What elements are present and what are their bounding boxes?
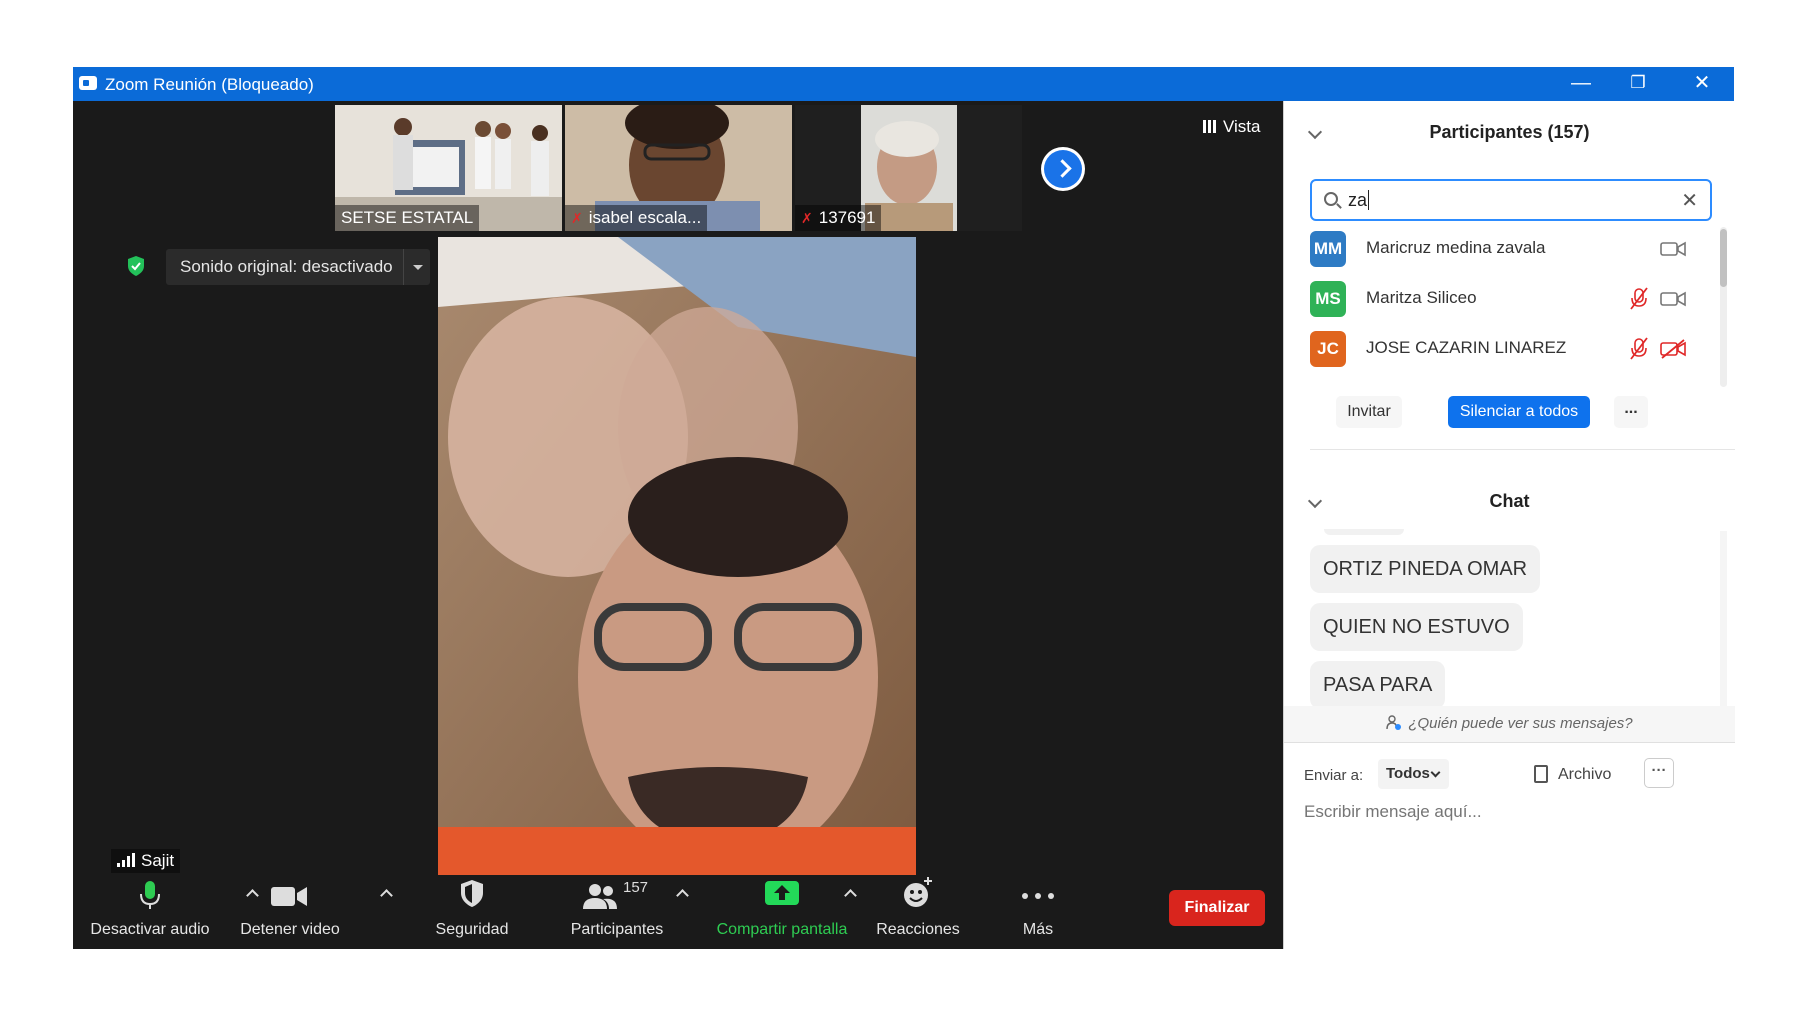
participants-scrollbar[interactable] — [1720, 227, 1727, 387]
participants-button[interactable]: 157 Participantes — [547, 875, 687, 949]
chat-message: ORTIZ PINEDA OMAR — [1310, 545, 1541, 593]
signal-strength-icon — [117, 853, 135, 867]
chat-message: PASA PARA — [1310, 661, 1446, 709]
video-thumbnail[interactable]: ✗ 137691 — [795, 105, 1022, 231]
window-title: Zoom Reunión (Bloqueado) — [105, 75, 314, 94]
chat-message-input[interactable] — [1304, 802, 1704, 822]
share-screen-icon — [765, 881, 799, 905]
video-camera-icon[interactable] — [1660, 289, 1686, 309]
muted-mic-icon[interactable] — [1628, 287, 1650, 311]
gallery-view-icon — [1203, 120, 1217, 133]
muted-mic-icon: ✗ — [571, 210, 583, 226]
maximize-button[interactable]: ❐ — [1608, 67, 1668, 101]
participant-name: JOSE CAZARIN LINAREZ — [1366, 338, 1567, 357]
mute-audio-button[interactable]: Desactivar audio — [79, 875, 221, 949]
avatar: MM — [1310, 231, 1346, 267]
security-shield-icon — [461, 880, 483, 907]
security-button[interactable]: Seguridad — [407, 875, 537, 949]
side-panel: Participantes (157) za ✕ MM Maricruz med… — [1283, 101, 1735, 949]
end-meeting-button[interactable]: Finalizar — [1169, 890, 1265, 926]
recipient-dropdown[interactable]: Todos — [1378, 759, 1449, 789]
avatar: MS — [1310, 281, 1346, 317]
minimize-button[interactable]: — — [1551, 67, 1611, 101]
send-to-label: Enviar a: — [1304, 767, 1364, 784]
chevron-up-icon — [676, 887, 688, 899]
video-thumbnail[interactable]: ✗ isabel escala... — [565, 105, 792, 231]
shield-check-icon — [128, 256, 144, 276]
close-button[interactable]: ✕ — [1672, 67, 1732, 101]
search-value: za — [1348, 190, 1368, 210]
user-visibility-icon — [1386, 715, 1402, 730]
video-options-caret[interactable] — [373, 875, 387, 949]
title-bar: Zoom Reunión (Bloqueado) — ❐ ✕ — [73, 67, 1734, 101]
more-button[interactable]: Más — [993, 875, 1083, 949]
zoom-logo-icon — [79, 76, 97, 90]
video-camera-icon — [271, 887, 307, 906]
active-speaker-video — [438, 237, 916, 875]
participants-options-caret[interactable] — [669, 875, 683, 949]
participant-name: Maricruz medina zavala — [1366, 238, 1546, 257]
participant-name: Maritza Siliceo — [1366, 288, 1477, 307]
file-button[interactable]: Archivo — [1534, 765, 1611, 784]
chat-more-button[interactable]: ··· — [1644, 758, 1674, 788]
zoom-window: Zoom Reunión (Bloqueado) — ❐ ✕ SETSE EST… — [73, 67, 1735, 949]
share-options-caret[interactable] — [837, 875, 851, 949]
participant-row[interactable]: JC JOSE CAZARIN LINAREZ — [1310, 325, 1710, 375]
participant-name-label: ✗ isabel escala... — [565, 205, 708, 231]
chat-message-partial — [1324, 529, 1404, 535]
file-icon — [1534, 765, 1548, 783]
speaker-video-image — [438, 237, 916, 875]
original-sound-dropdown[interactable] — [403, 249, 431, 285]
video-thumbnail[interactable]: SETSE ESTATAL — [335, 105, 562, 231]
participant-name-label: SETSE ESTATAL — [335, 205, 480, 231]
participant-row[interactable]: MS Maritza Siliceo — [1310, 275, 1710, 325]
participant-count: 157 — [623, 879, 649, 896]
participants-search-input[interactable]: za ✕ — [1310, 179, 1712, 221]
avatar: JC — [1310, 331, 1346, 367]
video-off-icon[interactable] — [1660, 339, 1686, 359]
microphone-icon — [140, 881, 160, 909]
chat-message: QUIEN NO ESTUVO — [1310, 603, 1523, 651]
participant-row[interactable]: MM Maricruz medina zavala — [1310, 225, 1710, 275]
meeting-toolbar: Desactivar audio Detener video Seguridad… — [73, 875, 1283, 949]
chevron-up-icon — [844, 887, 856, 899]
muted-mic-icon[interactable] — [1628, 337, 1650, 361]
video-camera-icon[interactable] — [1660, 239, 1686, 259]
participants-more-button[interactable]: ... — [1614, 396, 1648, 428]
share-screen-button[interactable]: Compartir pantalla — [707, 875, 857, 949]
reactions-button[interactable]: Reacciones — [863, 875, 973, 949]
view-button[interactable]: Vista — [1203, 117, 1261, 137]
participants-title: Participantes (157) — [1429, 122, 1590, 142]
mute-all-button[interactable]: Silenciar a todos — [1448, 396, 1590, 428]
active-speaker-label: Sajit — [111, 849, 181, 873]
search-icon — [1324, 192, 1338, 206]
invite-button[interactable]: Invitar — [1336, 396, 1402, 428]
muted-mic-icon: ✗ — [801, 210, 813, 226]
smiley-add-icon — [904, 877, 932, 907]
chat-title: Chat — [1489, 491, 1530, 511]
clear-search-icon[interactable]: ✕ — [1681, 188, 1698, 213]
participants-icon — [583, 884, 617, 909]
chevron-up-icon — [380, 887, 392, 899]
next-page-button[interactable] — [1041, 147, 1085, 191]
participant-name-label: ✗ 137691 — [795, 205, 882, 231]
divider — [1284, 742, 1735, 743]
video-stage: SETSE ESTATAL ✗ isabel escala... ✗ 137691 — [73, 101, 1283, 949]
original-sound-button[interactable]: Sonido original: desactivado — [166, 249, 430, 285]
divider — [1310, 449, 1735, 450]
who-can-see-messages-link[interactable]: ¿Quién puede ver sus mensajes? — [1284, 706, 1735, 742]
more-dots-icon — [1022, 893, 1054, 899]
stop-video-button[interactable]: Detener video — [225, 875, 355, 949]
